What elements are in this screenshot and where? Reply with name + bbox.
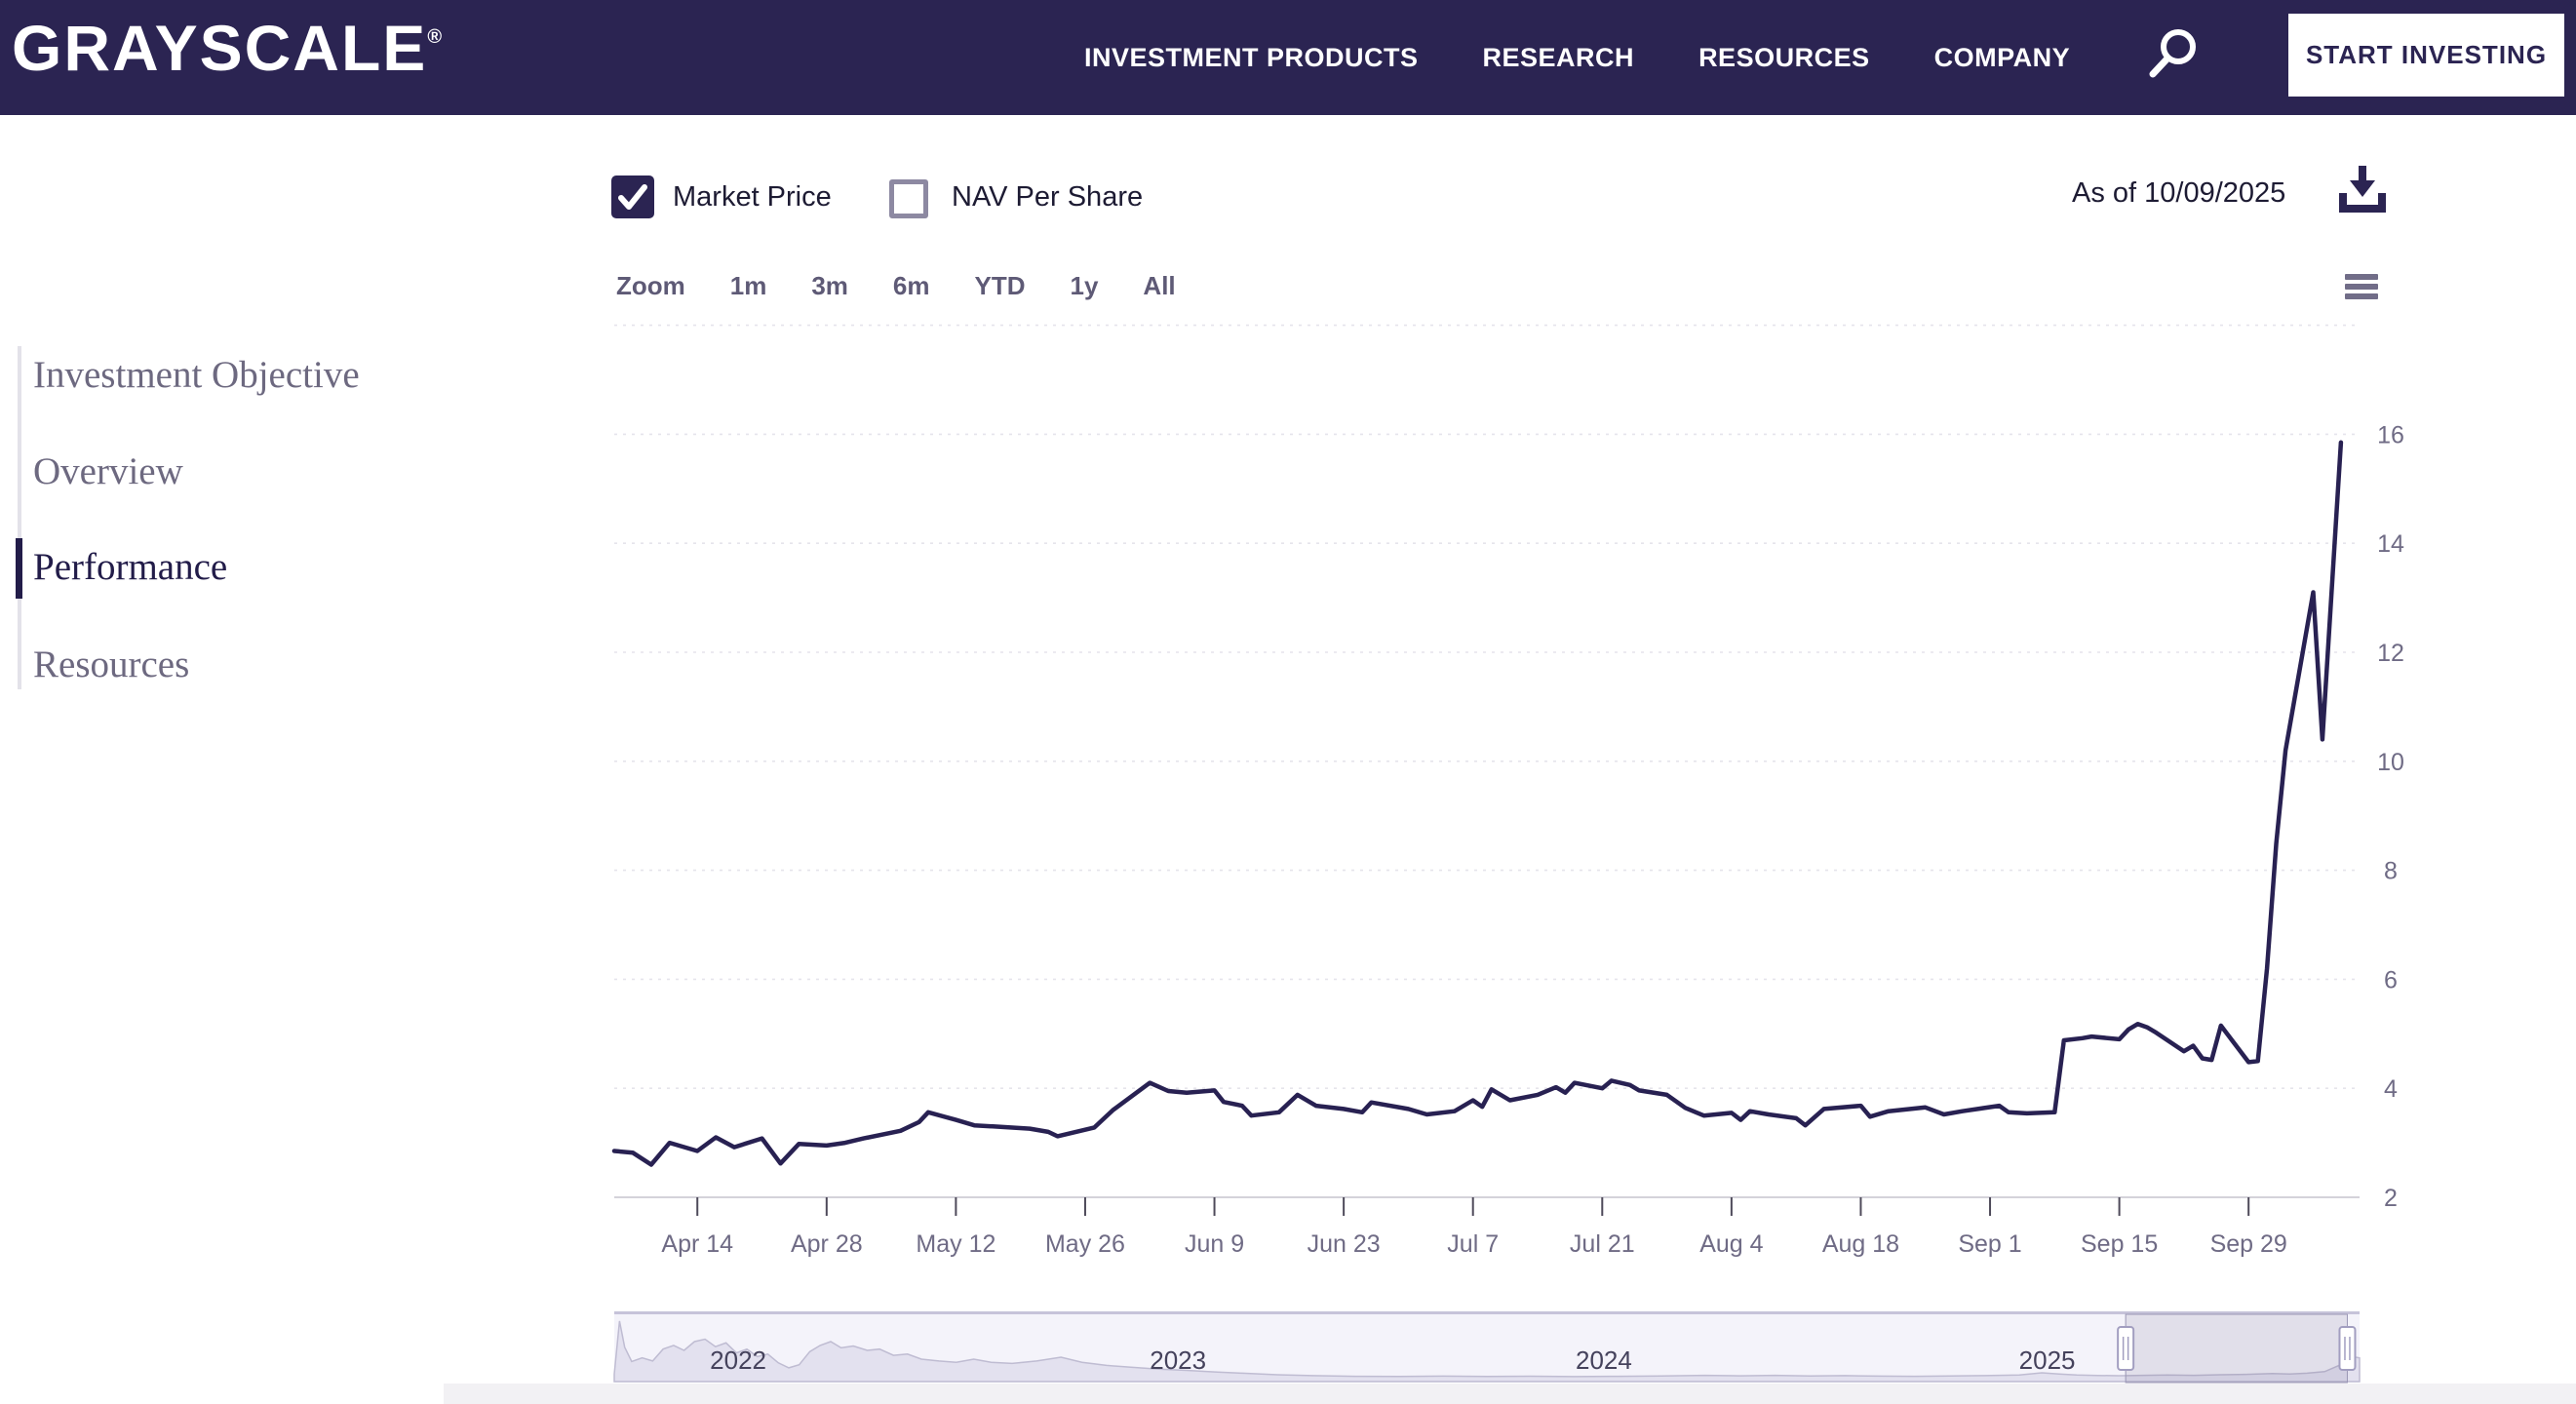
x-axis-label: Apr 28 [791,1230,863,1258]
x-axis-label: Aug 4 [1699,1230,1763,1258]
main-nav: INVESTMENT PRODUCTS RESEARCH RESOURCES C… [1084,0,2070,115]
logo-text: GRAYSCALE [12,12,427,84]
handle-body[interactable] [2339,1327,2355,1370]
navigator-year-label: 2023 [1150,1346,1206,1375]
performance-chart: 2 4 6 8 10 12 14 16 Apr 14 Apr 28 May 12 May 26 Jun … [0,0,2576,1404]
checkmark-icon [611,176,654,218]
y-axis-label: 8 [2384,858,2398,885]
market-price-label: Market Price [673,181,832,214]
range-button-1m[interactable]: 1m [730,271,767,301]
navigator-top-border [614,1311,2360,1314]
x-axis-label: Jun 9 [1185,1230,1244,1258]
x-axis-label: Aug 18 [1822,1230,1899,1258]
chart-menu-hamburger-icon[interactable] [2345,274,2378,303]
page: { "header": { "logo_text": "GRAYSCALE", … [0,0,2576,1404]
y-gridlines [614,326,2360,1089]
navigator-right-handle[interactable] [2339,1327,2355,1370]
y-axis-label: 10 [2377,749,2404,776]
x-axis-label: May 26 [1045,1230,1125,1258]
x-axis-ticks: Apr 14 Apr 28 May 12 May 26 Jun 9 Jun 23 Jul 7… [661,1197,2286,1258]
nav-per-share-checkbox[interactable] [889,179,928,218]
range-button-all[interactable]: All [1143,271,1175,301]
navigator-year-label: 2022 [710,1346,766,1375]
y-axis-label: 2 [2384,1185,2398,1212]
sidebar-item-performance[interactable]: Performance [33,545,227,589]
nav-item-company[interactable]: COMPANY [1934,43,2071,73]
top-navigation-bar: GRAYSCALE® INVESTMENT PRODUCTS RESEARCH … [0,0,2576,115]
y-axis-label: 6 [2384,966,2398,994]
y-axis-label: 14 [2377,530,2404,558]
y-axis-label: 16 [2377,421,2404,448]
y-axis-label: 12 [2377,640,2404,667]
range-button-ytd[interactable]: YTD [975,271,1026,301]
x-axis-label: Jul 21 [1570,1230,1635,1258]
hamburger-bar [2345,293,2378,299]
market-price-series-line [614,443,2341,1165]
x-axis-label: Jun 23 [1308,1230,1381,1258]
download-icon[interactable] [2338,164,2387,214]
bottom-strip [444,1384,2576,1404]
sidebar-item-overview[interactable]: Overview [33,449,183,493]
sidebar-active-indicator [16,538,22,599]
registered-trademark: ® [427,26,442,48]
sidebar-item-investment-objective[interactable]: Investment Objective [33,353,360,397]
x-axis-label: Sep 15 [2081,1230,2158,1258]
sidebar-rail [18,346,21,689]
range-button-3m[interactable]: 3m [811,271,848,301]
range-selector: Zoom 1m 3m 6m YTD 1y All [616,271,1176,301]
x-axis-label: Apr 14 [661,1230,733,1258]
market-price-checkbox[interactable] [611,176,654,218]
hamburger-bar [2345,284,2378,290]
navigator-left-handle[interactable] [2118,1327,2133,1370]
navigator-selected-range[interactable] [2126,1314,2347,1383]
y-axis-labels: 2 4 6 8 10 12 14 16 [2377,421,2404,1212]
as-of-date: As of 10/09/2025 [2072,177,2285,210]
x-axis-label: Jul 7 [1447,1230,1499,1258]
navigator-year-label: 2025 [2019,1346,2076,1375]
grayscale-logo[interactable]: GRAYSCALE® [12,16,442,80]
search-icon[interactable] [2143,21,2205,90]
range-button-6m[interactable]: 6m [893,271,930,301]
navigator-year-label: 2024 [1576,1346,1632,1375]
handle-body[interactable] [2118,1327,2133,1370]
x-axis-label: Sep 1 [1958,1230,2021,1258]
sidebar-item-resources[interactable]: Resources [33,643,189,686]
zoom-label: Zoom [616,271,685,301]
hamburger-bar [2345,274,2378,280]
navigator: 2022 2023 2024 2025 [614,1311,2360,1383]
nav-item-research[interactable]: RESEARCH [1483,43,1635,73]
range-button-1y[interactable]: 1y [1071,271,1099,301]
x-axis-label: Sep 29 [2210,1230,2287,1258]
nav-per-share-label: NAV Per Share [952,181,1143,214]
nav-item-resources[interactable]: RESOURCES [1698,43,1870,73]
y-axis-label: 4 [2384,1075,2398,1103]
x-axis-label: May 12 [916,1230,995,1258]
nav-item-investment-products[interactable]: INVESTMENT PRODUCTS [1084,43,1419,73]
start-investing-button[interactable]: START INVESTING [2288,14,2564,97]
